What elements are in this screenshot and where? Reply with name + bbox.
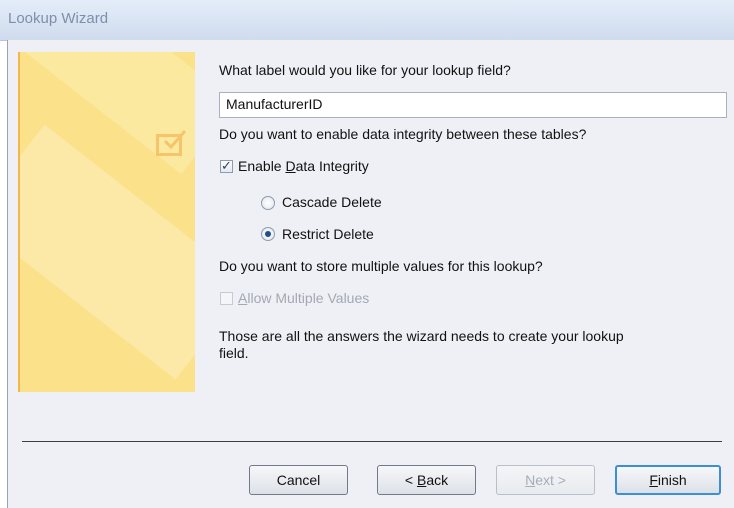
cascade-delete-label[interactable]: Cascade Delete xyxy=(282,194,382,210)
radio-selected-dot xyxy=(265,231,271,237)
title-bar[interactable]: Lookup Wizard xyxy=(0,0,734,41)
wizard-banner-image xyxy=(18,52,195,392)
window-title: Lookup Wizard xyxy=(8,10,109,27)
allow-multiple-values-label[interactable]: Allow Multiple Values xyxy=(238,290,369,306)
multiple-values-question: Do you want to store multiple values for… xyxy=(219,258,543,274)
cancel-button[interactable]: Cancel xyxy=(249,465,348,495)
final-text-line2: field. xyxy=(219,345,249,361)
allow-multiple-values-checkbox[interactable] xyxy=(220,292,233,305)
lookup-label-value: ManufacturerID xyxy=(226,96,323,112)
next-button[interactable]: Next > xyxy=(496,465,595,495)
finish-button[interactable]: Finish xyxy=(615,465,721,495)
restrict-delete-label[interactable]: Restrict Delete xyxy=(282,226,374,242)
enable-integrity-label[interactable]: Enable Data Integrity xyxy=(238,158,369,174)
lookup-wizard-dialog: Lookup Wizard What label would you like … xyxy=(0,0,734,508)
checklist-icon xyxy=(156,130,187,156)
lookup-label-input[interactable]: ManufacturerID xyxy=(219,92,727,118)
checkmark-icon: ✓ xyxy=(221,158,232,173)
lookup-label-question: What label would you like for your looku… xyxy=(219,62,511,78)
enable-integrity-checkbox[interactable]: ✓ xyxy=(220,158,233,173)
final-text-line1: Those are all the answers the wizard nee… xyxy=(219,328,624,344)
integrity-question: Do you want to enable data integrity bet… xyxy=(219,126,587,142)
button-divider xyxy=(22,441,722,442)
back-button[interactable]: < Back xyxy=(377,465,476,495)
cascade-delete-radio[interactable] xyxy=(261,196,275,210)
restrict-delete-radio[interactable] xyxy=(261,227,275,241)
